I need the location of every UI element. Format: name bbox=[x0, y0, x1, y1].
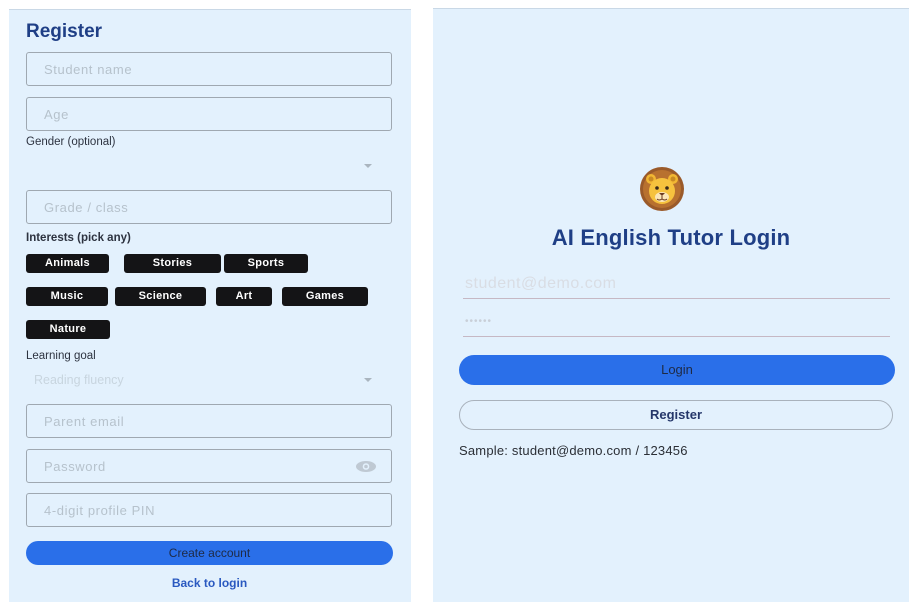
interest-chip-art[interactable]: Art bbox=[216, 287, 272, 306]
register-button[interactable]: Register bbox=[459, 400, 893, 430]
grade-placeholder: Grade / class bbox=[44, 200, 129, 215]
gender-select[interactable] bbox=[26, 156, 392, 178]
age-input[interactable]: Age bbox=[26, 97, 392, 131]
gender-label: Gender (optional) bbox=[26, 136, 116, 148]
lion-icon bbox=[640, 167, 684, 211]
password-input[interactable]: Password bbox=[26, 449, 392, 483]
student-name-input[interactable]: Student name bbox=[26, 52, 392, 86]
login-title: AI English Tutor Login bbox=[551, 225, 791, 250]
interest-chip-animals[interactable]: Animals bbox=[26, 254, 109, 273]
chevron-down-icon bbox=[364, 164, 372, 168]
create-account-button[interactable]: Create account bbox=[26, 541, 393, 565]
goal-select-value: Reading fluency bbox=[34, 373, 124, 387]
grade-input[interactable]: Grade / class bbox=[26, 190, 392, 224]
login-password-input[interactable]: •••••• bbox=[463, 304, 890, 337]
interest-chip-stories[interactable]: Stories bbox=[124, 254, 221, 273]
pin-input[interactable]: 4-digit profile PIN bbox=[26, 493, 392, 527]
interests-label: Interests (pick any) bbox=[26, 232, 131, 244]
interest-chip-music[interactable]: Music bbox=[26, 287, 108, 306]
chevron-down-icon bbox=[364, 378, 372, 382]
password-placeholder: Password bbox=[44, 459, 106, 474]
interest-chip-nature[interactable]: Nature bbox=[26, 320, 110, 339]
login-email-placeholder: student@demo.com bbox=[465, 275, 617, 292]
sample-credentials-text: Sample: student@demo.com / 123456 bbox=[459, 443, 688, 458]
goal-select[interactable]: Reading fluency bbox=[26, 370, 392, 392]
back-to-login-link[interactable]: Back to login bbox=[26, 576, 393, 590]
goal-label: Learning goal bbox=[26, 350, 96, 362]
age-placeholder: Age bbox=[44, 107, 69, 122]
login-button[interactable]: Login bbox=[459, 355, 895, 385]
eye-icon[interactable] bbox=[355, 460, 377, 473]
register-panel: Register Student name Age Gender (option… bbox=[9, 9, 411, 602]
register-title: Register bbox=[26, 21, 103, 42]
parent-email-input[interactable]: Parent email bbox=[26, 404, 392, 438]
interest-chip-science[interactable]: Science bbox=[115, 287, 206, 306]
interest-chip-sports[interactable]: Sports bbox=[224, 254, 308, 273]
interest-chip-games[interactable]: Games bbox=[282, 287, 368, 306]
student-name-placeholder: Student name bbox=[44, 62, 133, 77]
login-password-placeholder: •••••• bbox=[465, 316, 493, 327]
parent-email-placeholder: Parent email bbox=[44, 414, 125, 429]
login-panel: AI English Tutor Login student@demo.com … bbox=[433, 8, 909, 602]
pin-placeholder: 4-digit profile PIN bbox=[44, 503, 156, 518]
login-email-input[interactable]: student@demo.com bbox=[463, 266, 890, 299]
